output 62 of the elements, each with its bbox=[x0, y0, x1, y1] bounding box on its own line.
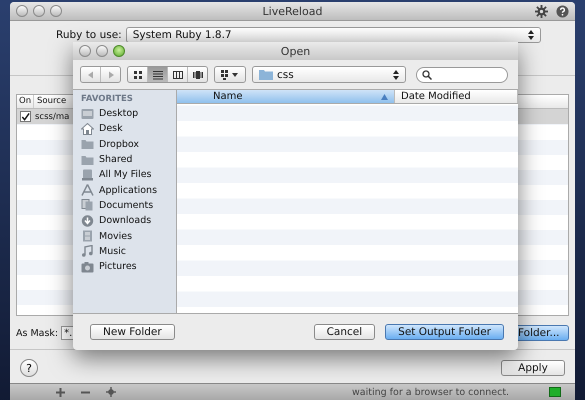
sidebar-item[interactable]: Documents bbox=[81, 198, 176, 214]
column-header[interactable]: Date Modified bbox=[395, 90, 518, 103]
folder-icon bbox=[259, 69, 273, 80]
sidebar-item[interactable]: Applications bbox=[81, 182, 176, 198]
sidebar-item[interactable]: Pictures bbox=[81, 258, 176, 274]
checkbox[interactable] bbox=[20, 111, 31, 122]
window-title: LiveReload bbox=[262, 4, 322, 18]
folder-icon bbox=[81, 154, 94, 166]
movies-icon bbox=[81, 230, 94, 242]
home-icon bbox=[81, 122, 94, 135]
help-button[interactable]: ? bbox=[20, 359, 38, 377]
cancel-button[interactable]: Cancel bbox=[314, 324, 376, 340]
window-control-button[interactable] bbox=[16, 5, 28, 17]
documents-icon bbox=[81, 199, 94, 212]
window-control-button[interactable] bbox=[113, 45, 125, 57]
table-cell: scss/ma bbox=[35, 112, 70, 122]
sidebar-item[interactable]: Shared bbox=[81, 152, 176, 168]
sidebar-item[interactable]: Desktop bbox=[81, 106, 176, 122]
sidebar-item[interactable]: Movies bbox=[81, 228, 176, 244]
sort-ascending-icon bbox=[381, 94, 388, 100]
apply-button[interactable]: Apply bbox=[501, 360, 565, 376]
set-output-folder-button[interactable]: Set Output Folder bbox=[385, 324, 504, 340]
files-icon bbox=[81, 168, 94, 181]
icons-view-icon bbox=[132, 70, 144, 80]
column-header[interactable]: Name bbox=[177, 90, 395, 103]
coverflow-view-icon bbox=[192, 70, 204, 80]
ruby-label: Ruby to use: bbox=[56, 29, 122, 41]
window-control-button[interactable] bbox=[50, 5, 62, 17]
right-triangle-icon bbox=[106, 70, 114, 78]
add-icon[interactable] bbox=[56, 388, 65, 396]
list-view-icon bbox=[152, 70, 164, 80]
downloads-icon bbox=[81, 214, 94, 227]
up-down-arrows-icon bbox=[528, 30, 534, 40]
new-folder-button[interactable]: New Folder bbox=[90, 324, 175, 340]
sidebar-item[interactable]: Downloads bbox=[81, 213, 176, 228]
status-text: waiting for a browser to connect. bbox=[352, 386, 510, 398]
status-indicator bbox=[549, 387, 561, 397]
ruby-select[interactable]: System Ruby 1.8.7 bbox=[126, 27, 541, 43]
sidebar-item[interactable]: Music bbox=[81, 244, 176, 259]
folder-icon bbox=[81, 138, 94, 150]
mask-label: As Mask: bbox=[16, 328, 58, 338]
list-view-button[interactable] bbox=[148, 67, 168, 82]
sidebar-item[interactable]: Dropbox bbox=[81, 136, 176, 152]
help-icon[interactable] bbox=[556, 4, 569, 18]
dialog-title: Open bbox=[280, 44, 310, 58]
column-header[interactable]: On bbox=[17, 95, 34, 108]
window-control-button[interactable] bbox=[33, 5, 45, 17]
sidebar-item[interactable]: All My Files bbox=[81, 167, 176, 182]
desktop-icon bbox=[81, 108, 94, 120]
search-field[interactable] bbox=[416, 66, 508, 82]
grid-dropdown-icon bbox=[221, 70, 239, 80]
sidebar-item[interactable]: Desk bbox=[81, 121, 176, 137]
window-control-button[interactable] bbox=[79, 45, 91, 57]
window-control-button[interactable] bbox=[96, 45, 108, 57]
up-down-arrows-icon bbox=[393, 70, 399, 80]
search-icon bbox=[422, 70, 432, 80]
pictures-icon bbox=[81, 260, 94, 273]
apps-icon bbox=[81, 184, 94, 196]
columns-view-icon bbox=[172, 70, 184, 80]
left-triangle-icon bbox=[86, 70, 94, 78]
path-select[interactable]: css bbox=[252, 66, 406, 83]
music-icon bbox=[81, 245, 94, 258]
